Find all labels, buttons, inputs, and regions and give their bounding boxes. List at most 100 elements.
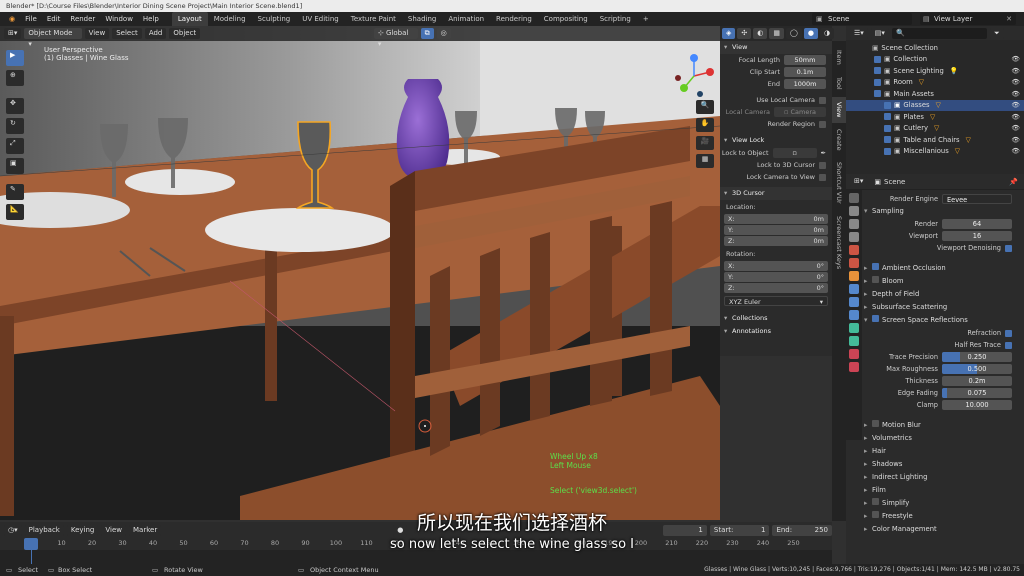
transform-tool-icon[interactable]: ▣ — [6, 158, 24, 174]
constraints-props-icon[interactable] — [849, 323, 859, 333]
material-shading-icon[interactable]: ◑ — [819, 28, 835, 39]
data-props-icon[interactable] — [849, 336, 859, 346]
gizmo-toggle-icon[interactable]: ✣ — [737, 28, 752, 39]
overlay-toggle-icon[interactable]: ◐ — [753, 28, 768, 39]
exclude-checkbox[interactable] — [874, 55, 881, 63]
section-enable-checkbox[interactable] — [872, 315, 879, 322]
eye-icon[interactable]: 👁 — [1011, 147, 1020, 155]
solid-shading-icon[interactable]: ● — [803, 28, 818, 39]
outliner-item-room[interactable]: ▣ Room ▽ 👁 — [846, 77, 1024, 89]
simplify-section[interactable]: Simplify — [846, 497, 1024, 510]
tab-rendering[interactable]: Rendering — [490, 12, 538, 26]
render-engine-dropdown[interactable]: Eevee — [942, 194, 1012, 204]
section-enable-checkbox[interactable] — [872, 498, 879, 505]
grid-view-icon[interactable]: ▦ — [696, 154, 714, 168]
viewport-denoising-checkbox[interactable] — [1005, 244, 1012, 252]
snap-icon[interactable]: ⧉ — [420, 28, 434, 39]
film-section[interactable]: Film — [846, 484, 1024, 497]
view-layer-selector[interactable]: ▤ View Layer ✕ — [920, 13, 1016, 25]
render-region-checkbox[interactable] — [819, 120, 826, 128]
ssr-field-slider[interactable]: 0.500 — [942, 364, 1012, 374]
tab-scripting[interactable]: Scripting — [594, 12, 637, 26]
tab-layout[interactable]: Layout — [171, 12, 208, 26]
cursor-loc-z[interactable]: Z: 0m — [724, 236, 828, 246]
indirect-lighting-section[interactable]: Indirect Lighting — [846, 471, 1024, 484]
tab-animation[interactable]: Animation — [442, 12, 490, 26]
bloom-section[interactable]: Bloom — [846, 275, 1024, 288]
filter-icon[interactable]: ⏷ — [989, 27, 1004, 39]
axis-gizmo-icon[interactable] — [670, 50, 718, 100]
menu-edit[interactable]: Edit — [42, 12, 66, 26]
refraction-checkbox[interactable] — [1005, 329, 1012, 337]
eye-icon[interactable]: 👁 — [1011, 124, 1020, 132]
move-tool-icon[interactable]: ✥ — [6, 98, 24, 114]
pin-icon[interactable]: 📌 — [1009, 178, 1018, 186]
transform-orientation-dropdown[interactable]: ⊹ Global ▾ — [373, 28, 418, 48]
cursor-rot-x[interactable]: X: 0° — [724, 261, 828, 271]
local-camera-field[interactable]: ▫ Camera — [774, 107, 826, 117]
section-enable-checkbox[interactable] — [872, 420, 879, 427]
outliner-item-cutlery[interactable]: ▣ Cutlery ▽ 👁 — [846, 123, 1024, 135]
exclude-checkbox[interactable] — [874, 78, 881, 86]
rotation-mode-dropdown[interactable]: XYZ Euler ▾ — [724, 296, 828, 306]
navigation-gizmo[interactable] — [670, 50, 718, 100]
volumetrics-section[interactable]: Volumetrics — [846, 432, 1024, 445]
tab-sculpting[interactable]: Sculpting — [252, 12, 297, 26]
outliner-item-glasses[interactable]: ▣ Glasses ▽ 👁 — [846, 99, 1024, 111]
cursor-rot-y[interactable]: Y: 0° — [724, 272, 828, 282]
output-props-icon[interactable] — [849, 219, 859, 229]
ssr-field-slider[interactable]: 0.075 — [942, 388, 1012, 398]
sampling-section[interactable]: Sampling — [846, 205, 1024, 218]
menu-select[interactable]: Select — [112, 28, 142, 39]
visibility-icon[interactable]: ◈ — [722, 28, 736, 39]
scale-tool-icon[interactable]: ⤢ — [6, 138, 24, 154]
material-props-icon[interactable] — [849, 349, 859, 359]
rotate-tool-icon[interactable]: ↻ — [6, 118, 24, 134]
outliner-item-main-assets[interactable]: ▣ Main Assets 👁 — [846, 88, 1024, 100]
cursor-rot-z[interactable]: Z: 0° — [724, 283, 828, 293]
view-section-header[interactable]: View — [720, 41, 832, 54]
clip-end-field[interactable]: 1000m — [784, 79, 826, 89]
exclude-checkbox[interactable] — [884, 136, 891, 144]
tab-modeling[interactable]: Modeling — [208, 12, 252, 26]
ambient-occlusion-section[interactable]: Ambient Occlusion — [846, 262, 1024, 275]
camera-view-icon[interactable]: 🎥 — [696, 136, 714, 150]
eye-icon[interactable]: 👁 — [1011, 67, 1020, 75]
exclude-checkbox[interactable] — [884, 113, 891, 121]
tab-view[interactable]: View — [832, 97, 846, 123]
blender-logo-icon[interactable]: ◉ — [4, 12, 20, 26]
world-props-icon[interactable] — [849, 258, 859, 268]
clip-start-field[interactable]: 0.1m — [784, 67, 826, 77]
scene-selector[interactable]: ▣ Scene — [812, 13, 912, 25]
outliner-search-input[interactable]: 🔍 — [891, 27, 987, 39]
motion-blur-section[interactable]: Motion Blur — [846, 419, 1024, 432]
physics-props-icon[interactable] — [849, 310, 859, 320]
zoom-icon[interactable]: 🔍 — [696, 100, 714, 114]
editor-type-icon[interactable]: ⊞▾ — [4, 28, 22, 39]
menu-file[interactable]: File — [20, 12, 42, 26]
exclude-checkbox[interactable] — [884, 124, 891, 132]
close-icon[interactable]: ✕ — [1006, 13, 1012, 25]
tab-uv-editing[interactable]: UV Editing — [296, 12, 345, 26]
particles-props-icon[interactable] — [849, 297, 859, 307]
eye-icon[interactable]: 👁 — [1011, 90, 1020, 98]
measure-tool-icon[interactable]: 📐 — [6, 204, 24, 220]
menu-add[interactable]: Add — [144, 28, 167, 39]
tab-item[interactable]: Item — [832, 45, 846, 69]
pan-hand-icon[interactable]: ✋ — [696, 118, 714, 132]
ssr-field-slider[interactable]: 0.2m — [942, 376, 1012, 386]
render-samples-field[interactable]: 64 — [942, 219, 1012, 229]
tab-screencast-keys[interactable]: Screencast Keys — [832, 211, 846, 275]
collections-header[interactable]: Collections — [720, 312, 832, 325]
tab-create[interactable]: Create — [832, 125, 846, 155]
hair-section[interactable]: Hair — [846, 445, 1024, 458]
outliner-item-miscellanious[interactable]: ▣ Miscellanious ▽ 👁 — [846, 146, 1024, 158]
focal-length-field[interactable]: 50mm — [784, 55, 826, 65]
menu-help[interactable]: Help — [138, 12, 164, 26]
tab-tool[interactable]: Tool — [832, 71, 846, 95]
eye-icon[interactable]: 👁 — [1011, 136, 1020, 144]
proportional-edit-icon[interactable]: ◎ — [436, 28, 451, 39]
view-layer-props-icon[interactable] — [849, 232, 859, 242]
half-res-checkbox[interactable] — [1005, 341, 1012, 349]
menu-view[interactable]: View — [84, 28, 110, 39]
